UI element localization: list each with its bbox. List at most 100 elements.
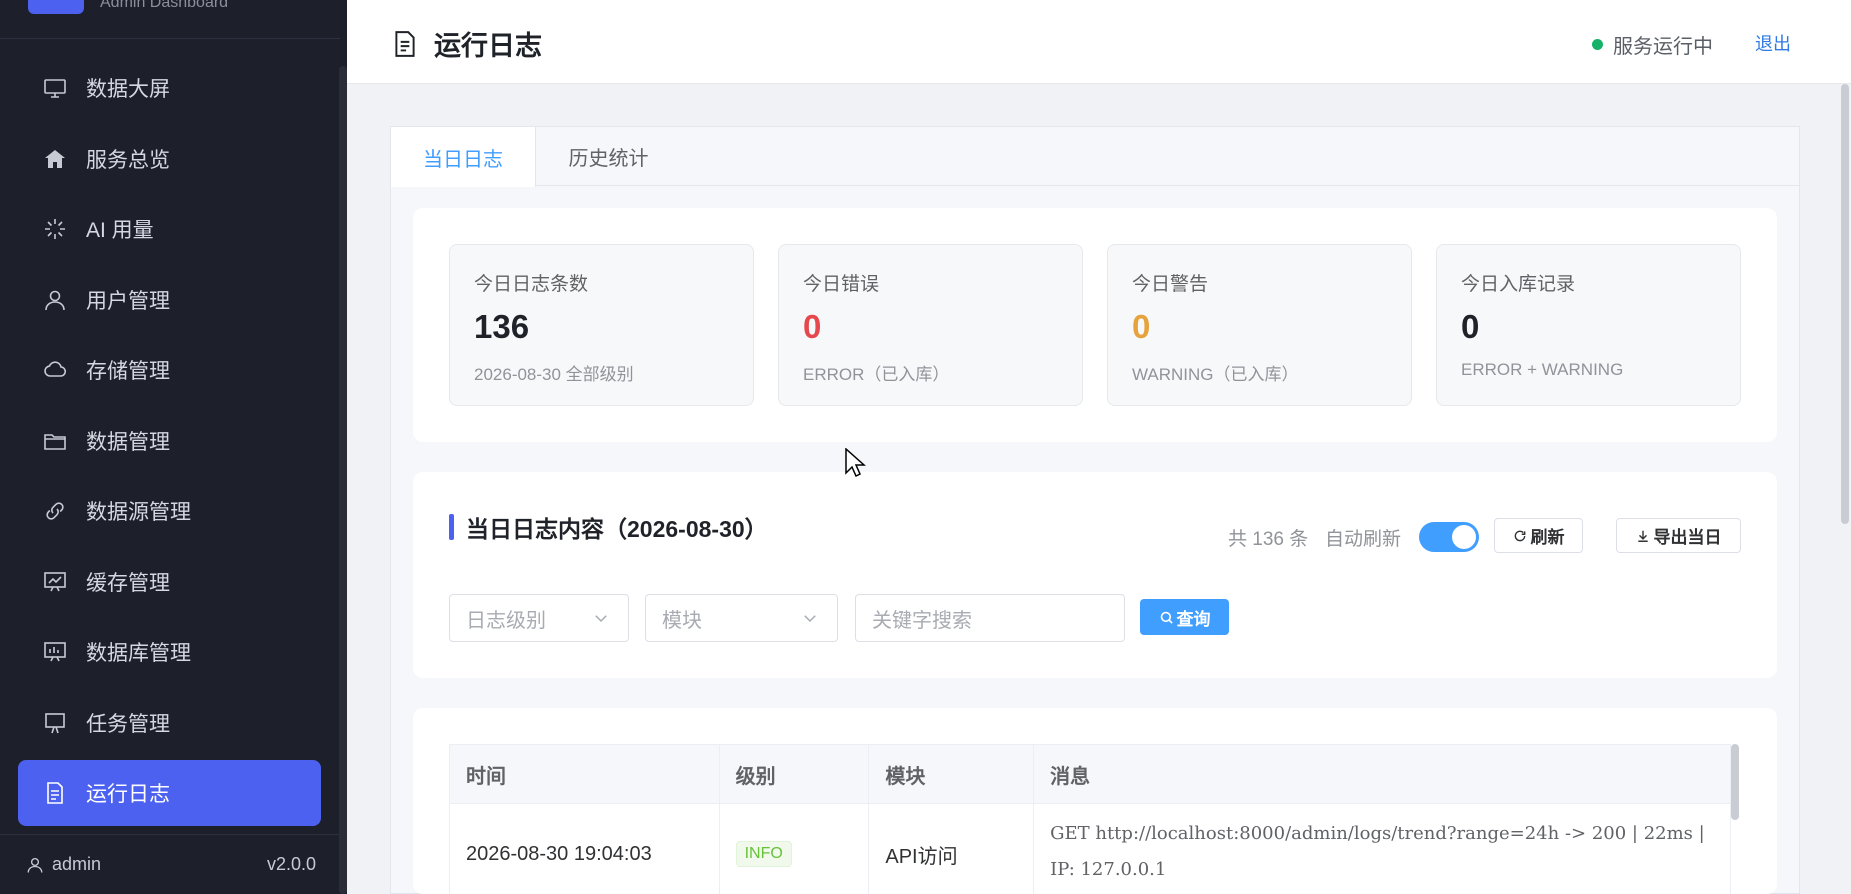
query-button[interactable]: 查询 — [1140, 599, 1229, 635]
module-select-placeholder: 模块 — [662, 609, 702, 632]
tabs-bar: 当日日志 历史统计 — [391, 127, 1799, 187]
stat-label: 今日入库记录 — [1461, 274, 1576, 295]
stat-card-warnings: 今日警告 0 WARNING（已入库） — [1107, 244, 1412, 406]
level-select-placeholder: 日志级别 — [466, 609, 546, 632]
sidebar-item-datasource[interactable]: 数据源管理 — [18, 478, 321, 544]
data-board-icon — [42, 639, 68, 665]
refresh-label: 刷新 — [1530, 528, 1565, 547]
table-header: 时间 级别 模块 消息 — [450, 745, 1730, 804]
table-scrollbar[interactable] — [1731, 744, 1739, 820]
folder-icon — [42, 428, 68, 454]
stat-subtitle: WARNING（已入库） — [1132, 365, 1299, 384]
column-header-message[interactable]: 消息 — [1034, 745, 1730, 803]
column-header-time[interactable]: 时间 — [450, 745, 720, 803]
stat-card-total: 今日日志条数 136 2026-08-30 全部级别 — [449, 244, 754, 406]
level-select[interactable]: 日志级别 — [449, 594, 629, 642]
brand-subtitle: Admin Dashboard — [100, 0, 229, 11]
sidebar-item-label: 数据库管理 — [86, 642, 191, 665]
sidebar-item-ai-usage[interactable]: AI 用量 — [18, 196, 321, 262]
service-status: 服务运行中 — [1592, 30, 1713, 59]
sidebar-item-logs[interactable]: 运行日志 — [18, 760, 321, 826]
sidebar-item-label: 存储管理 — [86, 360, 170, 383]
page-title: 运行日志 — [392, 24, 542, 63]
cell-module: API访问 — [869, 804, 1035, 894]
column-header-level[interactable]: 级别 — [720, 745, 870, 803]
logout-link[interactable]: 退出 — [1755, 30, 1791, 56]
top-header: 运行日志 服务运行中 退出 — [347, 0, 1851, 84]
sidebar-item-label: 服务总览 — [86, 148, 170, 172]
section-title: 当日日志内容（2026-08-30） — [449, 510, 768, 544]
section-title-text: 当日日志内容（2026-08-30） — [466, 516, 768, 542]
sidebar-item-users[interactable]: 用户管理 — [18, 267, 321, 333]
keyword-placeholder: 关键字搜索 — [872, 609, 972, 632]
stat-value: 0 — [1461, 308, 1480, 345]
stat-card-stored: 今日入库记录 0 ERROR + WARNING — [1436, 244, 1741, 406]
document-icon — [395, 30, 415, 57]
stat-value: 136 — [474, 308, 530, 345]
document-icon — [42, 780, 68, 806]
sidebar-nav: 数据大屏 服务总览 AI 用量 用户管理 存储管理 数据管理 数据源管理 缓存管… — [18, 55, 321, 831]
mouse-cursor-icon — [845, 448, 866, 478]
sidebar-item-data-screen[interactable]: 数据大屏 — [18, 55, 321, 121]
table-row[interactable]: 2026-08-30 19:04:03 INFO API访问 GET http:… — [450, 804, 1730, 894]
status-dot — [1592, 39, 1603, 50]
status-text: 服务运行中 — [1613, 36, 1713, 58]
sidebar-item-storage[interactable]: 存储管理 — [18, 337, 321, 403]
stat-value: 0 — [803, 308, 822, 345]
keyword-search-input[interactable]: 关键字搜索 — [855, 594, 1125, 642]
stat-value: 0 — [1132, 308, 1151, 345]
cell-message: GET http://localhost:8000/admin/logs/tre… — [1050, 823, 1705, 880]
sidebar-item-cache[interactable]: 缓存管理 — [18, 549, 321, 615]
sidebar-item-database[interactable]: 数据库管理 — [18, 619, 321, 685]
sidebar-item-label: 数据源管理 — [86, 501, 191, 524]
chevron-down-icon — [804, 615, 816, 623]
sidebar: Admin Dashboard 数据大屏 服务总览 AI 用量 用户管理 存储管… — [0, 0, 347, 894]
chart-board-icon — [42, 569, 68, 595]
cell-time: 2026-08-30 19:04:03 — [450, 804, 720, 894]
easel-icon — [42, 710, 68, 736]
sidebar-item-label: 数据管理 — [86, 430, 170, 454]
stat-subtitle: ERROR（已入库） — [803, 365, 950, 384]
sidebar-item-overview[interactable]: 服务总览 — [18, 126, 321, 192]
version-label: v2.0.0 — [266, 854, 316, 874]
stat-label: 今日日志条数 — [474, 274, 589, 295]
sidebar-item-label: 用户管理 — [86, 289, 170, 313]
sidebar-item-label: 任务管理 — [86, 712, 170, 736]
tab-today-logs[interactable]: 当日日志 — [391, 127, 536, 187]
monitor-icon — [42, 75, 68, 101]
sidebar-item-label: 数据大屏 — [86, 78, 170, 101]
tab-history-stats[interactable]: 历史统计 — [536, 127, 681, 186]
brand-logo — [28, 0, 84, 14]
log-table-panel: 时间 级别 模块 消息 2026-08-30 19:04:03 INFO API… — [413, 708, 1777, 894]
username: admin — [52, 854, 102, 874]
module-select[interactable]: 模块 — [645, 594, 838, 642]
auto-refresh-toggle[interactable] — [1419, 522, 1479, 552]
stats-panel: 今日日志条数 136 2026-08-30 全部级别 今日错误 0 ERROR（… — [413, 208, 1777, 442]
divider — [0, 38, 340, 39]
user-icon — [42, 287, 68, 313]
sidebar-item-label: AI 用量 — [86, 219, 154, 242]
log-table: 时间 级别 模块 消息 2026-08-30 19:04:03 INFO API… — [449, 744, 1731, 894]
sidebar-scrollbar[interactable] — [339, 66, 347, 894]
download-icon — [1637, 530, 1648, 542]
toggle-knob — [1452, 525, 1476, 549]
current-user[interactable]: admin — [26, 854, 101, 875]
stat-label: 今日警告 — [1132, 274, 1209, 295]
sidebar-item-tasks[interactable]: 任务管理 — [18, 690, 321, 756]
query-label: 查询 — [1176, 609, 1211, 629]
stat-card-errors: 今日错误 0 ERROR（已入库） — [778, 244, 1083, 406]
stat-label: 今日错误 — [803, 274, 880, 295]
sidebar-footer: admin v2.0.0 — [0, 834, 340, 894]
refresh-button[interactable]: 刷新 — [1494, 518, 1583, 553]
sidebar-item-data[interactable]: 数据管理 — [18, 408, 321, 474]
brand: Admin Dashboard — [28, 0, 228, 14]
auto-refresh-label: 自动刷新 — [1325, 529, 1402, 550]
sidebar-item-label: 运行日志 — [86, 783, 170, 806]
export-button[interactable]: 导出当日 — [1616, 518, 1741, 553]
log-count: 共 136 条 — [1228, 529, 1309, 550]
loading-icon — [42, 216, 68, 242]
page-title-text: 运行日志 — [434, 31, 542, 61]
cell-level: INFO — [720, 804, 870, 894]
column-header-module[interactable]: 模块 — [869, 745, 1035, 803]
main-scrollbar[interactable] — [1841, 84, 1849, 524]
